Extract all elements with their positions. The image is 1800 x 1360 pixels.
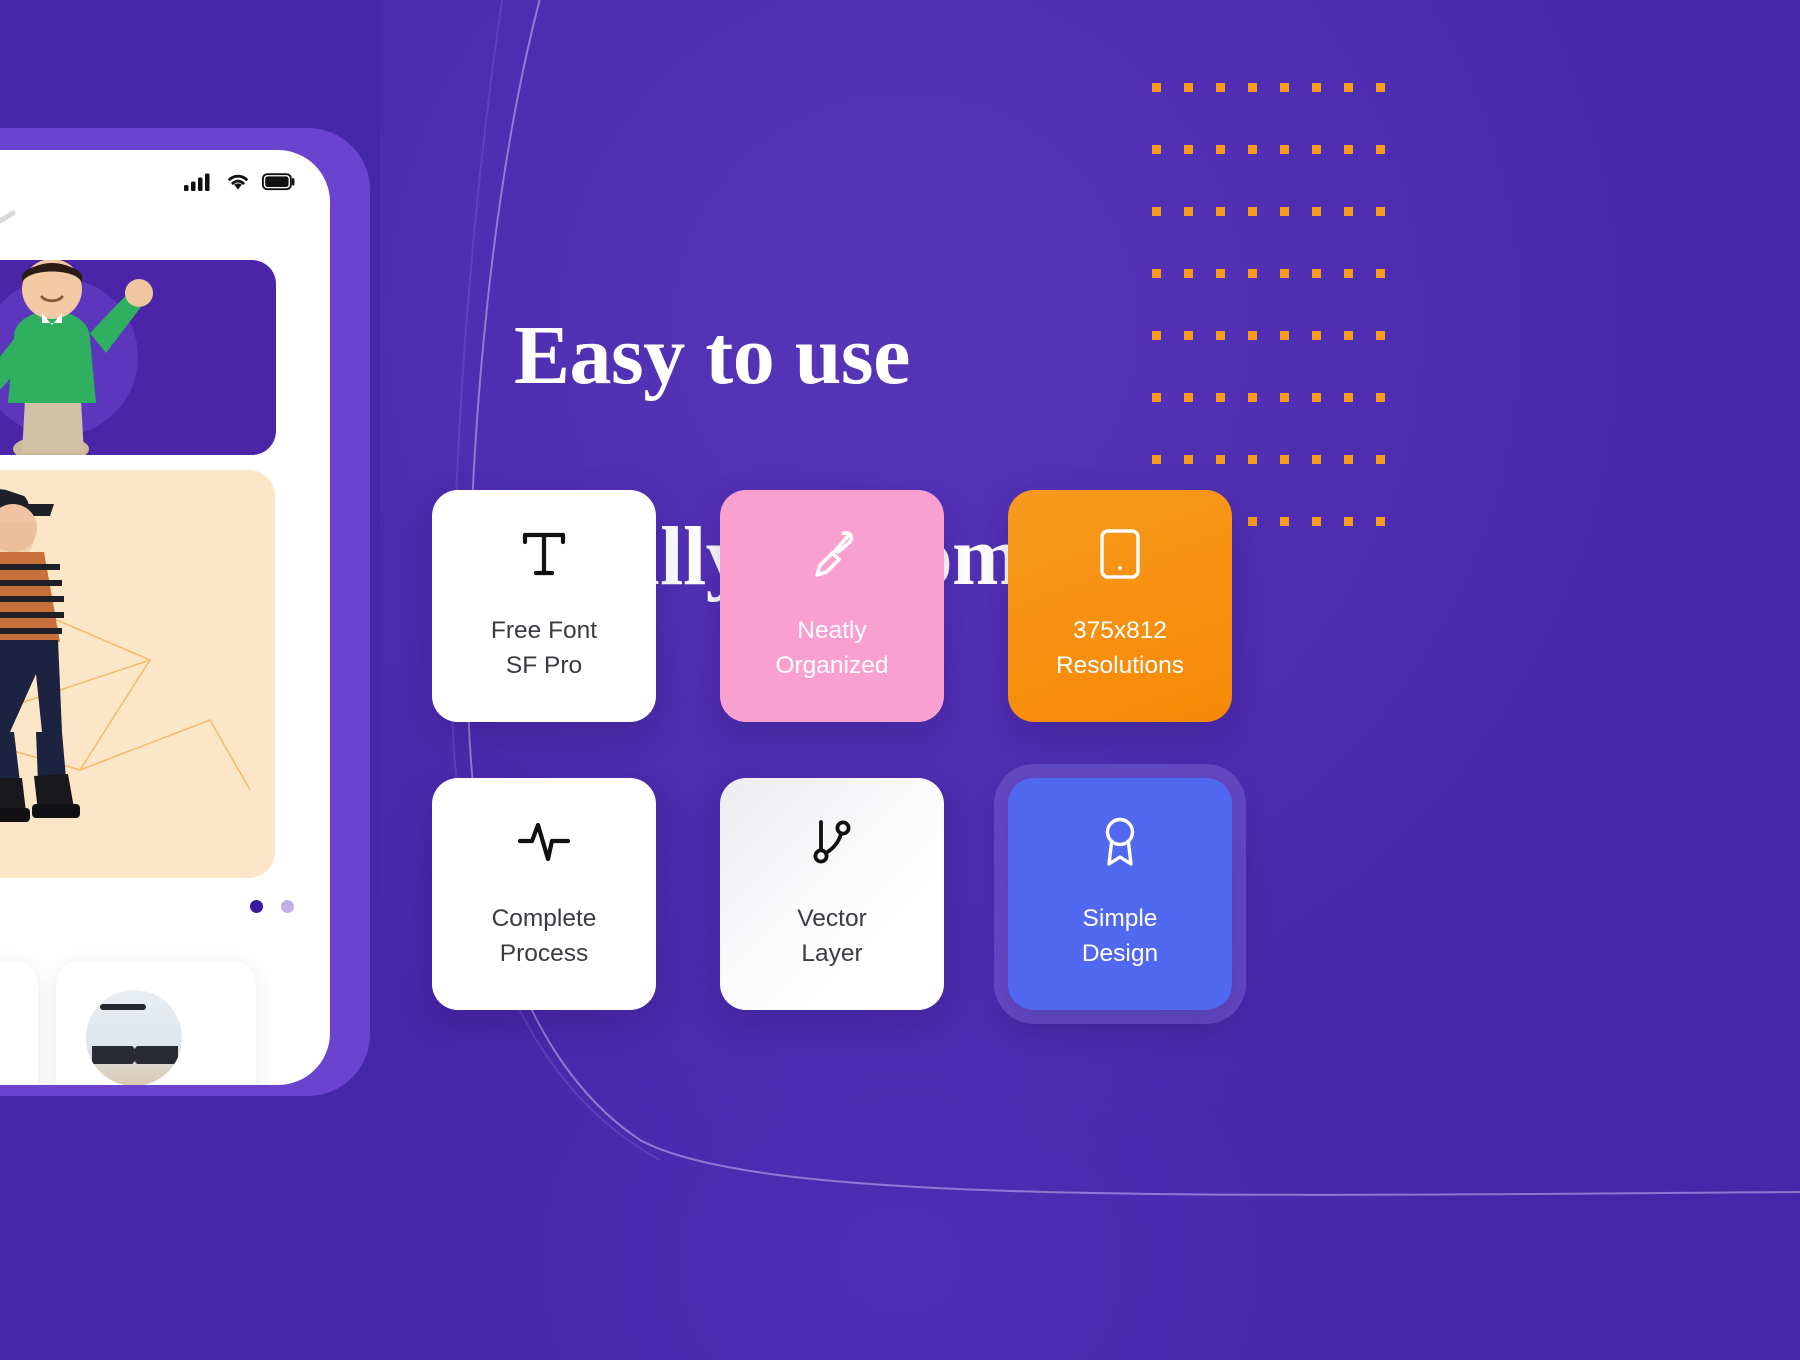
phone-collapse-row xyxy=(0,208,330,232)
wifi-icon xyxy=(228,174,248,190)
feature-card-simple-design[interactable]: Simple Design xyxy=(1008,778,1232,1010)
feature-label: Free Font SF Pro xyxy=(490,617,598,679)
grid-dot xyxy=(1248,517,1257,526)
grid-dot xyxy=(1184,393,1193,402)
grid-dot xyxy=(1344,331,1353,340)
carousel-pagination[interactable] xyxy=(250,900,294,913)
grid-dot xyxy=(1312,145,1321,154)
feature-label: Simple Design xyxy=(1081,905,1159,967)
grid-dot xyxy=(1216,145,1225,154)
feature-card-resolutions[interactable]: 375x812 Resolutions xyxy=(1008,490,1232,722)
grid-dot xyxy=(1376,393,1385,402)
feature-card-neatly-organized[interactable]: Neatly Organized xyxy=(720,490,944,722)
grid-dot xyxy=(1216,83,1225,92)
grid-dot xyxy=(1184,331,1193,340)
phone-mockup: ucts xyxy=(0,150,330,1085)
promo-model-photo xyxy=(0,489,80,822)
phone-promo-banner[interactable]: ucts xyxy=(0,260,276,455)
grid-dot xyxy=(1312,393,1321,402)
grid-dot xyxy=(1248,83,1257,92)
feature-card-vector-layer[interactable]: Vector Layer xyxy=(720,778,944,1010)
grid-dot xyxy=(1312,517,1321,526)
grid-dot xyxy=(1376,269,1385,278)
product-thumbnail xyxy=(86,990,182,1085)
grid-dot xyxy=(1376,455,1385,464)
grid-dot xyxy=(1248,393,1257,402)
grid-dot xyxy=(1376,517,1385,526)
grid-dot xyxy=(1280,83,1289,92)
grid-dot xyxy=(1344,269,1353,278)
grid-dot xyxy=(1184,145,1193,154)
grid-dot xyxy=(1376,83,1385,92)
paintbrush-icon xyxy=(809,528,855,580)
grid-dot xyxy=(1248,207,1257,216)
feature-label: Complete Process xyxy=(491,905,597,967)
grid-dot xyxy=(1344,83,1353,92)
grid-dot xyxy=(1216,207,1225,216)
grid-dot xyxy=(1216,393,1225,402)
grid-dot xyxy=(1216,269,1225,278)
grid-dot xyxy=(1376,145,1385,154)
grid-dot xyxy=(1312,455,1321,464)
hero-heading-line-1: Easy to use xyxy=(514,308,910,402)
feature-label: Neatly Organized xyxy=(775,617,889,679)
award-ribbon-icon xyxy=(1099,816,1141,868)
phone-status-bar xyxy=(184,172,296,192)
product-thumb-card[interactable] xyxy=(56,962,256,1085)
grid-dot xyxy=(1248,331,1257,340)
product-card[interactable]: Light Belt Suit $ 3,49 xyxy=(0,962,38,1085)
thumbnail-chairs-decor xyxy=(92,1046,178,1064)
grid-dot xyxy=(1344,207,1353,216)
product-list: Light Belt Suit $ 3,49 xyxy=(0,962,256,1085)
grid-dot xyxy=(1280,393,1289,402)
battery-full-icon xyxy=(262,173,295,191)
feature-card-grid: Free Font SF Pro Neatly Organized 375x81… xyxy=(432,490,1232,1010)
grid-dot xyxy=(1280,331,1289,340)
grid-dot xyxy=(1312,269,1321,278)
grid-dot xyxy=(1280,455,1289,464)
grid-dot xyxy=(1280,517,1289,526)
cellular-signal-icon xyxy=(184,173,210,191)
grid-dot xyxy=(1312,207,1321,216)
grid-dot xyxy=(1248,455,1257,464)
feature-card-complete-process[interactable]: Complete Process xyxy=(432,778,656,1010)
grid-dot xyxy=(1152,83,1161,92)
grid-dot xyxy=(1376,331,1385,340)
grid-dot xyxy=(1280,145,1289,154)
text-type-icon xyxy=(521,528,567,580)
grid-dot xyxy=(1376,207,1385,216)
pulse-activity-icon xyxy=(517,816,571,868)
grid-dot xyxy=(1280,269,1289,278)
pagination-dot[interactable] xyxy=(281,900,294,913)
grid-dot xyxy=(1184,455,1193,464)
feature-label: 375x812 Resolutions xyxy=(1055,617,1184,679)
phone-device-icon xyxy=(1099,528,1141,580)
grid-dot xyxy=(1280,207,1289,216)
page-background: Easy to use and fully customized Free Fo… xyxy=(0,0,1800,1360)
bezier-path-icon xyxy=(809,816,855,868)
grid-dot xyxy=(1312,83,1321,92)
grid-dot xyxy=(1216,455,1225,464)
grid-dot xyxy=(1216,331,1225,340)
chevron-down-icon[interactable] xyxy=(0,208,17,232)
banner-kid-photo xyxy=(0,260,153,455)
grid-dot xyxy=(1248,145,1257,154)
grid-dot xyxy=(1184,83,1193,92)
feature-card-free-font[interactable]: Free Font SF Pro xyxy=(432,490,656,722)
grid-dot xyxy=(1152,145,1161,154)
grid-dot xyxy=(1184,207,1193,216)
feature-label: Vector Layer xyxy=(797,905,867,967)
thumbnail-bar-decor xyxy=(100,1004,146,1010)
grid-dot xyxy=(1184,269,1193,278)
grid-dot xyxy=(1344,455,1353,464)
grid-dot xyxy=(1344,145,1353,154)
grid-dot xyxy=(1312,331,1321,340)
phone-promo-card[interactable]: n Outfit ion Susilp xyxy=(0,470,275,878)
grid-dot xyxy=(1344,517,1353,526)
grid-dot xyxy=(1248,269,1257,278)
grid-dot xyxy=(1344,393,1353,402)
pagination-dot-active[interactable] xyxy=(250,900,263,913)
